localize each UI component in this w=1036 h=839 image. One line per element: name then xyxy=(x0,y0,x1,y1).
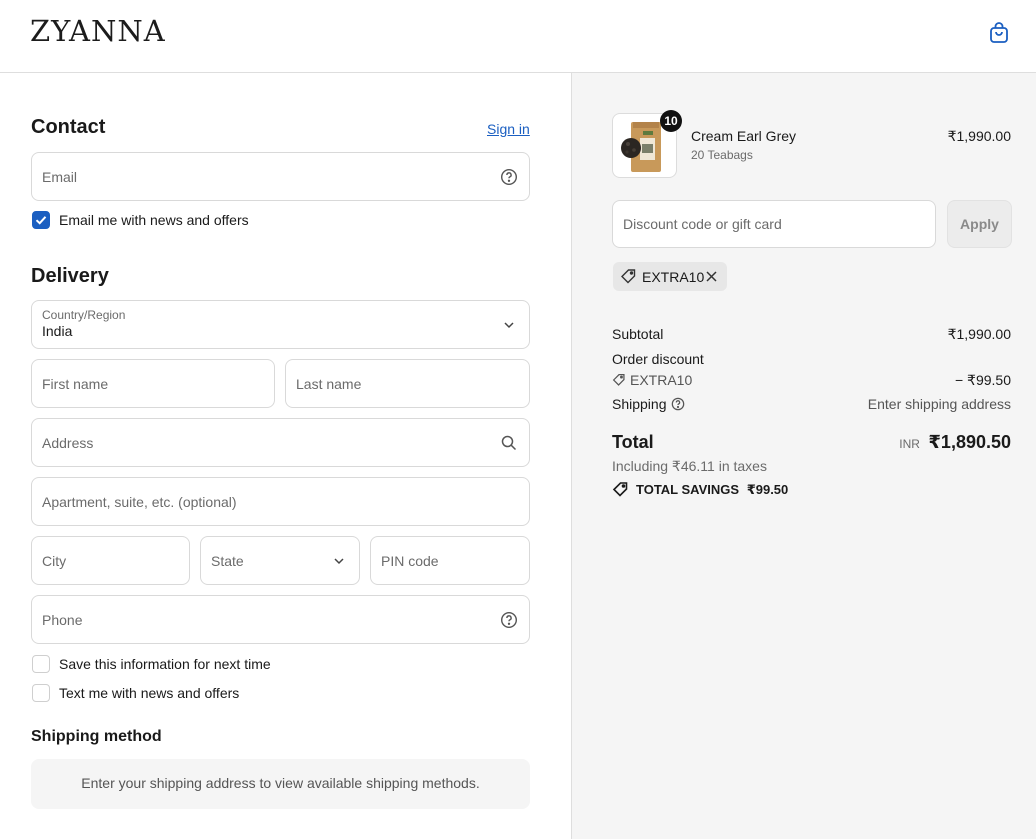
shipping-method-notice: Enter your shipping address to view avai… xyxy=(31,759,530,809)
first-name-field[interactable]: First name xyxy=(31,359,275,408)
first-name-placeholder: First name xyxy=(42,375,109,392)
taxes-note: Including ₹46.11 in taxes xyxy=(612,458,767,474)
product-variant: 20 Teabags xyxy=(691,148,753,162)
help-icon[interactable] xyxy=(500,611,518,629)
shipping-value: Enter shipping address xyxy=(867,396,1011,412)
shipping-method-title: Shipping method xyxy=(31,728,162,745)
brand-logo[interactable]: ZYANNA xyxy=(30,14,166,48)
shipping-label: Shipping xyxy=(612,396,667,412)
product-price: ₹1,990.00 xyxy=(947,128,1011,144)
total-savings-value: ₹99.50 xyxy=(746,482,789,497)
discount-code-placeholder: Discount code or gift card xyxy=(623,216,782,232)
applied-discount-chip: EXTRA10 xyxy=(613,262,727,291)
subtotal-label: Subtotal xyxy=(612,326,664,342)
shipping-method-message: Enter your shipping address to view avai… xyxy=(81,775,480,791)
order-summary: 10 Cream Earl Grey 20 Teabags ₹1,990.00 … xyxy=(571,73,1036,839)
order-discount-label: Order discount xyxy=(612,351,704,367)
order-discount-code: EXTRA10 xyxy=(630,372,693,388)
tag-icon xyxy=(612,373,626,392)
address-field[interactable]: Address xyxy=(31,418,530,467)
discount-code-field[interactable]: Discount code or gift card xyxy=(612,200,936,248)
help-icon[interactable] xyxy=(500,168,518,186)
state-select[interactable]: State xyxy=(200,536,360,585)
total-label: Total xyxy=(612,432,654,452)
phone-field[interactable]: Phone xyxy=(31,595,530,644)
country-value: India xyxy=(42,323,73,339)
subtotal-value: ₹1,990.00 xyxy=(947,326,1011,342)
quantity-badge: 10 xyxy=(660,110,682,132)
email-news-label: Email me with news and offers xyxy=(59,212,249,228)
apartment-placeholder: Apartment, suite, etc. (optional) xyxy=(42,493,237,510)
text-news-checkbox[interactable] xyxy=(32,684,50,702)
contact-title: Contact xyxy=(31,116,106,138)
header: ZYANNA xyxy=(0,0,1036,73)
checkout-form: Contact Sign in Email Email me with news… xyxy=(0,73,571,839)
phone-placeholder: Phone xyxy=(42,611,83,628)
close-icon[interactable] xyxy=(704,269,719,289)
pin-code-field[interactable]: PIN code xyxy=(370,536,530,585)
email-placeholder: Email xyxy=(42,168,78,185)
help-icon[interactable] xyxy=(671,397,685,416)
total-amount: INR ₹1,890.50 xyxy=(899,432,1011,453)
last-name-placeholder: Last name xyxy=(296,375,362,392)
apply-button-label: Apply xyxy=(960,216,999,232)
product-name: Cream Earl Grey xyxy=(691,128,797,144)
country-select[interactable]: Country/Region India xyxy=(31,300,530,349)
cart-icon[interactable] xyxy=(987,21,1011,45)
email-news-checkbox[interactable] xyxy=(32,211,50,229)
delivery-title: Delivery xyxy=(31,265,109,287)
order-discount-value: − ₹99.50 xyxy=(954,372,1011,388)
pin-code-placeholder: PIN code xyxy=(381,552,439,569)
chevron-down-icon xyxy=(500,316,518,334)
savings-tag-icon xyxy=(612,481,629,503)
total-savings: TOTAL SAVINGS ₹99.50 xyxy=(636,482,788,498)
address-placeholder: Address xyxy=(42,434,94,451)
apply-button[interactable]: Apply xyxy=(947,200,1012,248)
city-placeholder: City xyxy=(42,552,67,569)
last-name-field[interactable]: Last name xyxy=(285,359,530,408)
country-label: Country/Region xyxy=(42,308,126,322)
search-icon xyxy=(500,434,518,452)
tag-icon xyxy=(620,268,637,290)
sign-in-link[interactable]: Sign in xyxy=(487,121,530,137)
applied-discount-code: EXTRA10 xyxy=(642,269,705,285)
state-placeholder: State xyxy=(211,552,244,569)
apartment-field[interactable]: Apartment, suite, etc. (optional) xyxy=(31,477,530,526)
city-field[interactable]: City xyxy=(31,536,190,585)
save-info-label: Save this information for next time xyxy=(59,656,271,672)
currency-code: INR xyxy=(899,437,920,451)
email-field[interactable]: Email xyxy=(31,152,530,201)
save-info-checkbox[interactable] xyxy=(32,655,50,673)
chevron-down-icon xyxy=(330,552,348,570)
total-value: ₹1,890.50 xyxy=(928,432,1011,452)
total-savings-label: TOTAL SAVINGS xyxy=(636,482,740,497)
text-news-label: Text me with news and offers xyxy=(59,685,240,701)
